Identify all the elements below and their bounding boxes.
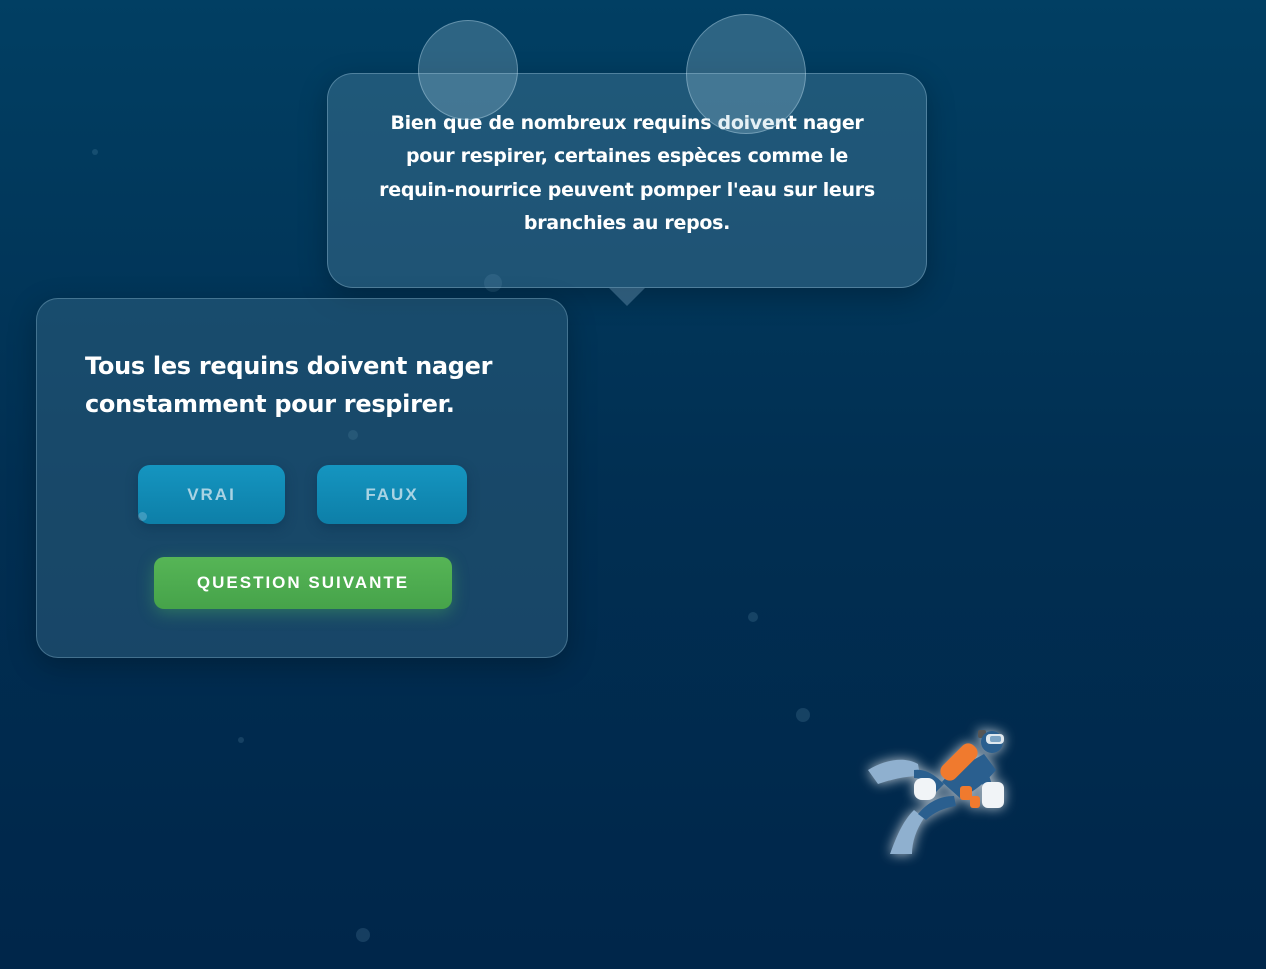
fact-text: Bien que de nombreux requins doivent nag…	[379, 111, 875, 235]
quiz-question: Tous les requins doivent nager constamme…	[85, 352, 493, 418]
bubble-decoration	[356, 928, 370, 942]
next-question-button[interactable]: QUESTION SUIVANTE	[154, 557, 452, 609]
bubble-decoration-large	[686, 14, 806, 134]
bubble-decoration	[796, 708, 810, 722]
answer-false-button[interactable]: FAUX	[317, 465, 467, 524]
scuba-diver-icon	[868, 730, 1004, 854]
bubble-decoration-large	[418, 20, 518, 120]
answer-true-button[interactable]: VRAI	[138, 465, 285, 524]
bubble-decoration	[748, 612, 758, 622]
bubble-decoration	[238, 737, 244, 743]
fact-speech-bubble: Bien que de nombreux requins doivent nag…	[327, 73, 927, 288]
quiz-card: Tous les requins doivent nager constamme…	[36, 298, 568, 658]
speech-bubble-tail	[609, 288, 645, 306]
bubble-decoration	[138, 512, 147, 521]
bubble-decoration	[92, 149, 98, 155]
